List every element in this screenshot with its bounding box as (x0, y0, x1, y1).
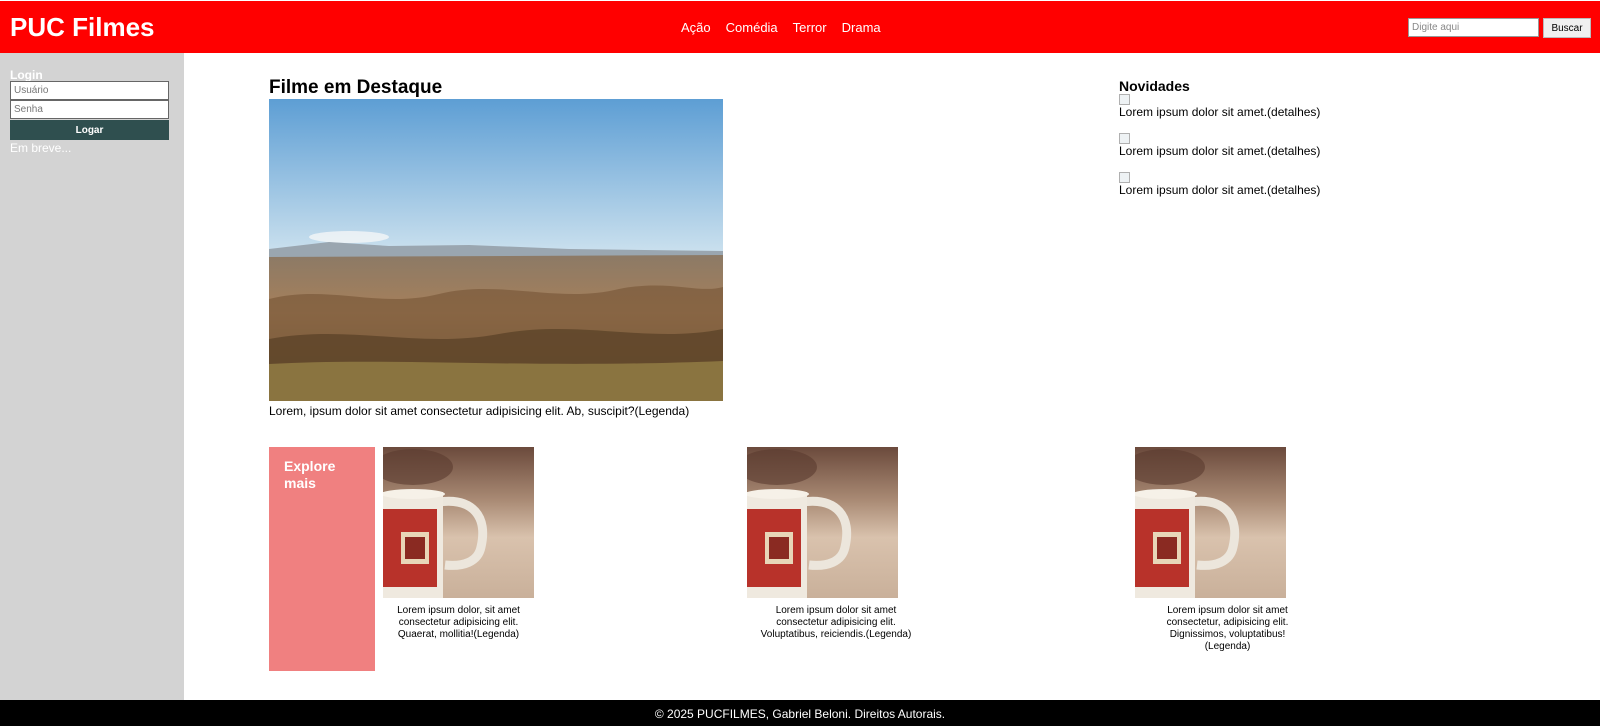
nav-link-drama[interactable]: Drama (842, 20, 881, 36)
card-caption: Lorem ipsum dolor sit amet consectetur, … (1166, 605, 1289, 652)
explore-more-box[interactable]: Explore mais (269, 447, 375, 671)
broken-image-icon (1119, 133, 1130, 144)
login-title: Login (10, 68, 43, 82)
search-input[interactable] (1408, 18, 1539, 37)
username-field[interactable] (10, 81, 169, 100)
card-image[interactable] (1135, 447, 1286, 598)
nav-link-comedia[interactable]: Comédia (726, 20, 778, 36)
broken-image-icon (1119, 172, 1130, 183)
featured-movie-image[interactable] (269, 99, 723, 401)
featured-caption: Lorem, ipsum dolor sit amet consectetur … (269, 404, 690, 418)
broken-image-icon (1119, 94, 1130, 105)
news-item[interactable]: Lorem ipsum dolor sit amet.(detalhes) (1119, 133, 1320, 159)
card-image[interactable] (383, 447, 534, 598)
sidebar: Login Logar Em breve... (0, 53, 184, 700)
card-image[interactable] (747, 447, 898, 598)
footer-text: © 2025 PUCFILMES, Gabriel Beloni. Direit… (654, 707, 946, 721)
coming-soon-text: Em breve... (10, 141, 72, 155)
nav-link-acao[interactable]: Ação (681, 20, 711, 36)
search-button[interactable]: Buscar (1543, 18, 1591, 38)
nav-link-terror[interactable]: Terror (793, 20, 827, 36)
site-logo[interactable]: PUC Filmes (10, 12, 155, 42)
site-header: PUC Filmes Ação Comédia Terror Drama Bus… (0, 1, 1600, 53)
news-item[interactable]: Lorem ipsum dolor sit amet.(detalhes) (1119, 94, 1320, 120)
card-caption: Lorem ipsum dolor sit amet consectetur a… (760, 605, 912, 640)
featured-title: Filme em Destaque (269, 77, 443, 98)
explore-more-label: Explore mais (284, 458, 336, 491)
main-nav: Ação Comédia Terror Drama (681, 20, 881, 36)
login-button[interactable]: Logar (10, 120, 169, 140)
card-caption: Lorem ipsum dolor, sit amet consectetur … (397, 605, 520, 640)
news-item[interactable]: Lorem ipsum dolor sit amet.(detalhes) (1119, 172, 1320, 198)
news-item-text[interactable]: Lorem ipsum dolor sit amet.(detalhes) (1119, 105, 1320, 120)
news-item-text[interactable]: Lorem ipsum dolor sit amet.(detalhes) (1119, 183, 1320, 198)
password-field[interactable] (10, 100, 169, 119)
news-item-text[interactable]: Lorem ipsum dolor sit amet.(detalhes) (1119, 144, 1320, 159)
news-title: Novidades (1119, 78, 1190, 94)
site-footer: © 2025 PUCFILMES, Gabriel Beloni. Direit… (0, 700, 1600, 726)
